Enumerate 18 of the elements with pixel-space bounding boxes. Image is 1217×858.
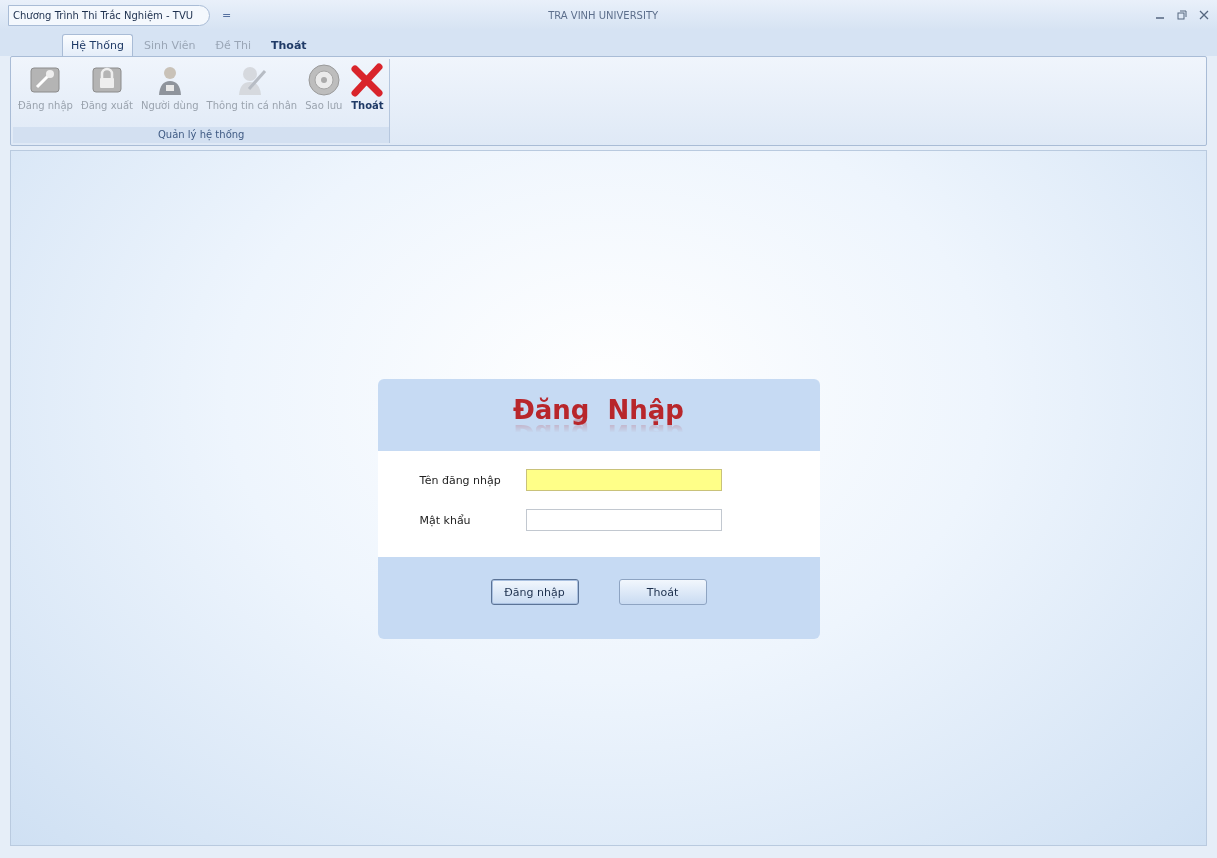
window-title: TRA VINH UNIVERSITY [548,9,659,21]
input-field[interactable] [525,469,722,491]
disc-icon [306,63,341,97]
group-label: Quản lý hệ thống [13,127,390,143]
quick-access-button[interactable]: = [222,8,232,22]
dialog-button[interactable]: Thoát [618,579,707,605]
dialog-button[interactable]: Đăng nhập [490,579,579,605]
ribbon-tab[interactable]: Hệ Thống [62,34,133,56]
restore-icon[interactable] [1177,10,1187,20]
close-icon[interactable] [1199,10,1209,20]
ribbon-tab[interactable]: Thoát [262,34,316,56]
field-label: Mật khẩu [419,513,472,527]
input-field[interactable] [525,509,722,531]
field-label: Tên đăng nhập [419,473,502,487]
ribbon-button[interactable]: Thoát [347,61,388,127]
close-icon [350,63,385,97]
dialog-title: Đăng Nhập [513,395,684,425]
app-title: Chương Trình Thi Trắc Nghiệm - TVU [8,4,211,26]
